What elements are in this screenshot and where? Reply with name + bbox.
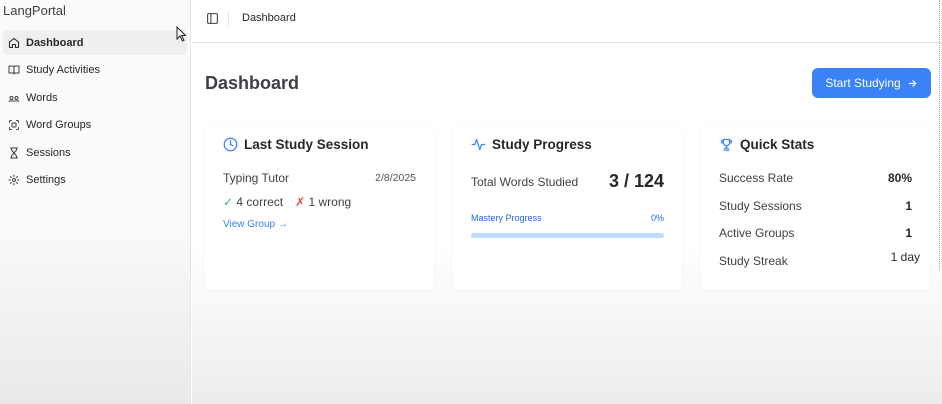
sidebar-item-label: Study Activities <box>26 64 100 77</box>
top-header: Dashboard <box>192 0 942 43</box>
stat-row-active-groups: Active Groups 1 <box>719 226 912 240</box>
session-date: 2/8/2025 <box>375 172 416 184</box>
sidebar-nav: Dashboard Study Activities Words Word Gr… <box>3 30 187 196</box>
stat-value: 1 <box>905 226 912 240</box>
sidebar-item-sessions[interactable]: Sessions <box>3 140 187 165</box>
sidebar-item-settings[interactable]: Settings <box>3 168 187 193</box>
sidebar-item-label: Word Groups <box>26 119 92 132</box>
breadcrumb[interactable]: Dashboard <box>242 12 296 24</box>
card-title: Study Progress <box>492 137 592 152</box>
sidebar: LangPortal Dashboard Study Activities Wo… <box>0 0 191 404</box>
start-studying-button[interactable]: Start Studying <box>812 68 931 98</box>
total-words-value: 3 / 124 <box>608 171 664 191</box>
trophy-icon <box>720 138 733 151</box>
session-activity: Typing Tutor <box>223 171 290 185</box>
stat-row-study-sessions: Study Sessions 1 <box>719 199 912 213</box>
sidebar-item-label: Sessions <box>26 146 71 159</box>
wrong-label: 1 wrong <box>308 195 352 209</box>
stat-value: 1 day <box>890 250 920 264</box>
sidebar-item-label: Settings <box>26 174 66 187</box>
stat-label: Success Rate <box>719 171 794 185</box>
study-progress-card: Study Progress Total Words Studied 3 / 1… <box>453 125 682 290</box>
home-icon <box>8 37 20 49</box>
x-icon: ✗ <box>295 195 306 209</box>
correct-count: ✓ 4 correct <box>223 195 283 209</box>
last-session-card: Last Study Session Typing Tutor 2/8/2025… <box>205 125 434 290</box>
sidebar-item-dashboard[interactable]: Dashboard <box>3 30 187 55</box>
check-icon: ✓ <box>223 195 234 209</box>
view-group-link[interactable]: View Group → <box>223 219 288 230</box>
total-words-label: Total Words Studied <box>471 175 579 189</box>
card-title: Last Study Session <box>244 137 369 152</box>
stat-label: Active Groups <box>719 226 795 240</box>
whole-word-icon <box>8 92 20 104</box>
card-title: Quick Stats <box>740 137 815 152</box>
sidebar-item-words[interactable]: Words <box>3 85 187 110</box>
stat-label: Study Streak <box>719 254 788 268</box>
card-header: Study Progress <box>471 137 592 152</box>
arrow-right-icon <box>908 79 916 87</box>
card-header: Last Study Session <box>223 137 369 152</box>
view-group-label: View Group <box>223 219 276 230</box>
mouse-cursor-icon <box>176 26 187 42</box>
stat-row-study-streak: Study Streak 1 day <box>719 250 920 268</box>
stat-value: 1 <box>905 199 912 213</box>
session-results: ✓ 4 correct ✗ 1 wrong <box>223 195 351 209</box>
sidebar-item-label: Words <box>26 91 58 104</box>
card-header: Quick Stats <box>719 137 814 152</box>
edge-divider <box>939 0 941 270</box>
clock-icon <box>223 137 238 152</box>
stat-row-success-rate: Success Rate 80% <box>719 171 912 185</box>
header-divider <box>228 11 229 26</box>
page-title: Dashboard <box>205 73 300 93</box>
brand-title[interactable]: LangPortal <box>3 3 66 18</box>
stat-value: 80% <box>887 171 912 185</box>
arrow-right-icon: → <box>277 219 288 230</box>
sidebar-item-study-activities[interactable]: Study Activities <box>3 58 187 83</box>
mastery-progress-bar <box>471 233 664 238</box>
correct-label: 4 correct <box>236 195 284 209</box>
start-studying-label: Start Studying <box>825 76 901 90</box>
book-open-icon <box>8 64 20 76</box>
stat-label: Study Sessions <box>719 199 802 213</box>
quick-stats-card: Quick Stats Success Rate 80% Study Sessi… <box>701 125 930 290</box>
hourglass-icon <box>8 147 20 159</box>
activity-icon <box>471 138 486 151</box>
gear-icon <box>8 174 20 186</box>
mastery-label: Mastery Progress <box>471 213 542 223</box>
wrong-count: ✗ 1 wrong <box>295 195 351 209</box>
sidebar-toggle-icon[interactable] <box>206 12 219 25</box>
sidebar-item-word-groups[interactable]: Word Groups <box>3 113 187 138</box>
group-icon <box>8 119 20 131</box>
mastery-percent: 0% <box>650 213 664 223</box>
sidebar-item-label: Dashboard <box>26 36 84 49</box>
